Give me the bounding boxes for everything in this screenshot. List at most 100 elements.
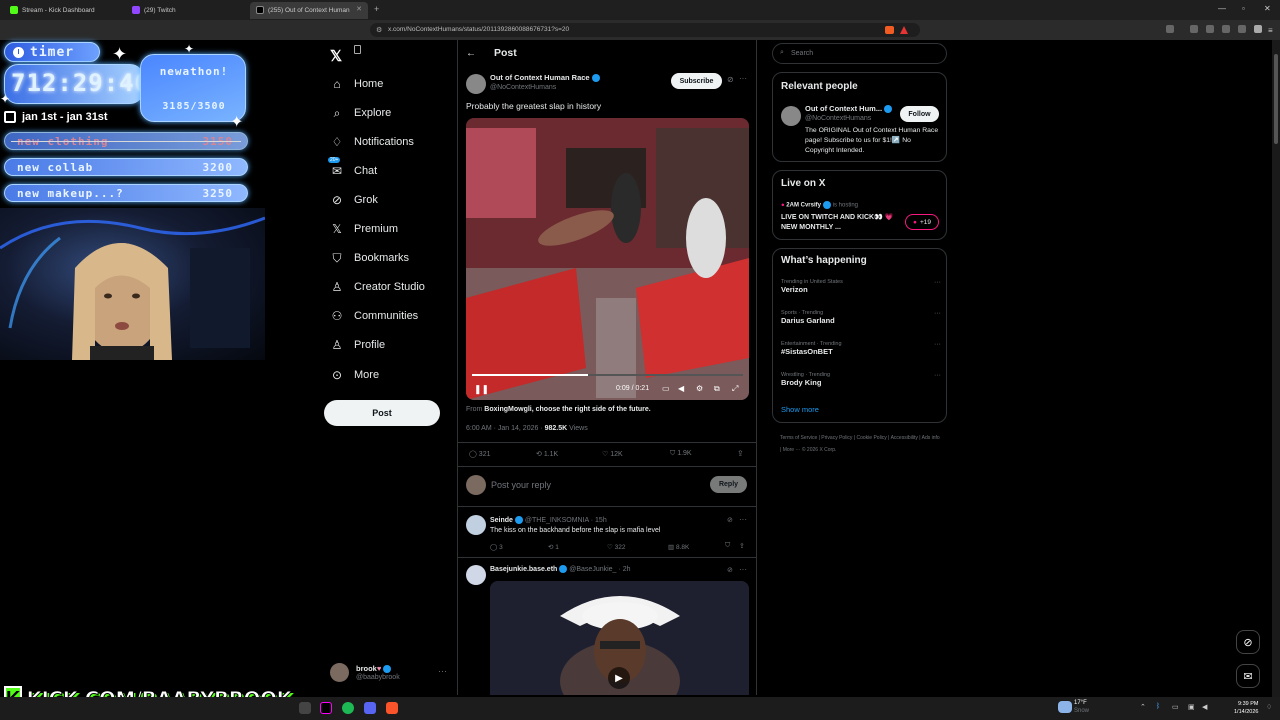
- menu-icon[interactable]: ≡: [1268, 26, 1273, 35]
- rewards-icon[interactable]: [900, 26, 908, 34]
- media-icon[interactable]: [1190, 25, 1198, 33]
- reply-stat[interactable]: ◯ 321: [469, 450, 490, 458]
- reply-stat[interactable]: ◯ 3: [490, 543, 503, 551]
- bookmark-stat[interactable]: ⛉ 1.9K: [670, 450, 692, 458]
- weather-widget[interactable]: 17°F Snow: [1074, 699, 1089, 715]
- browser-tab-twitch[interactable]: (29) Twitch: [126, 2, 246, 19]
- browser-tab-kick[interactable]: Stream - Kick Dashboard: [4, 2, 124, 19]
- follow-button[interactable]: Follow: [900, 106, 939, 122]
- sidebar-item-home[interactable]: ⌂ Home: [330, 74, 383, 94]
- subscribe-button[interactable]: Subscribe: [671, 73, 722, 89]
- trend-item[interactable]: Trending in United States Verizon ···: [781, 279, 941, 303]
- extension-icon[interactable]: [1166, 25, 1174, 33]
- network-icon[interactable]: ▭: [1172, 703, 1179, 711]
- pip-icon[interactable]: ⧉: [714, 384, 720, 394]
- sidebar-item-premium[interactable]: 𝕏 Premium: [330, 219, 398, 239]
- site-info-icon[interactable]: ⚙: [376, 26, 382, 34]
- post-timestamp[interactable]: 6:00 AM · Jan 14, 2026: [466, 425, 538, 432]
- sidebar-item-chat[interactable]: ✉ 20+ Chat: [328, 157, 377, 181]
- sidebar-item-bookmarks[interactable]: ⛉ Bookmarks: [330, 248, 409, 268]
- sidebar-item-grok[interactable]: ⊘ Grok: [330, 190, 378, 210]
- trend-item[interactable]: Sports · Trending Darius Garland ···: [781, 310, 941, 334]
- more-icon[interactable]: ···: [934, 279, 941, 286]
- brave-icon[interactable]: [386, 702, 398, 714]
- new-tab-icon[interactable]: +: [374, 4, 379, 14]
- display-icon[interactable]: ▣: [1188, 703, 1195, 711]
- brave-shield-icon[interactable]: [885, 26, 894, 34]
- like-stat[interactable]: ♡ 12K: [602, 450, 623, 458]
- trend-item[interactable]: Wrestling · Trending Brody King ···: [781, 372, 941, 396]
- reply-author-name[interactable]: Basejunkie.base.eth: [490, 566, 557, 573]
- sidebar-item-notifications[interactable]: ♢ Notifications: [330, 132, 414, 152]
- more-icon[interactable]: ···: [739, 515, 747, 524]
- like-stat[interactable]: ♡ 322: [607, 543, 626, 551]
- wallet-icon[interactable]: [1222, 25, 1230, 33]
- attribution-source[interactable]: BoxingMowgli, choose the right side of t…: [484, 406, 650, 413]
- share-icon[interactable]: ⇪: [739, 542, 745, 550]
- volume-icon[interactable]: ◀: [678, 384, 684, 393]
- author-name-row[interactable]: Out of Context Human Race: [490, 73, 600, 83]
- back-arrow-icon[interactable]: ←: [466, 48, 476, 59]
- video-player[interactable]: ❚❚ 0:09 / 0:21 ▭ ◀ ⚙ ⧉ ⤢: [466, 118, 749, 400]
- close-window-icon[interactable]: ✕: [1264, 4, 1271, 13]
- author-handle[interactable]: @NoContextHumans: [490, 84, 556, 91]
- repost-stat[interactable]: ⟲ 1: [548, 543, 559, 551]
- close-tab-icon[interactable]: ✕: [356, 5, 362, 13]
- views-stat[interactable]: ▥ 8.8K: [668, 543, 689, 551]
- browser-tab-x[interactable]: (255) Out of Context Human ✕: [250, 2, 368, 19]
- grok-float-button[interactable]: ⊘: [1236, 630, 1260, 654]
- sidebar-item-communities[interactable]: ⚇ Communities: [330, 306, 419, 326]
- more-icon[interactable]: ···: [739, 565, 747, 574]
- pause-icon[interactable]: ❚❚: [474, 384, 489, 395]
- share-icon[interactable]: ⇪: [737, 449, 744, 458]
- maximize-icon[interactable]: ▫: [1242, 4, 1245, 13]
- spotify-icon[interactable]: [342, 702, 354, 714]
- sidebar-toggle-icon[interactable]: [1206, 25, 1214, 33]
- vpn-icon[interactable]: [1238, 25, 1246, 33]
- account-switcher[interactable]: brook♥ @baabybrook ···: [330, 662, 450, 684]
- reply-media[interactable]: ▶: [490, 581, 749, 695]
- grok-icon[interactable]: ⊘: [727, 75, 734, 84]
- relevant-name-row[interactable]: Out of Context Hum...: [805, 104, 893, 114]
- avatar[interactable]: [781, 106, 801, 126]
- reply-button[interactable]: Reply: [710, 476, 747, 493]
- avatar[interactable]: [466, 74, 486, 94]
- profile-icon[interactable]: [1254, 25, 1262, 33]
- more-icon[interactable]: ···: [934, 372, 941, 379]
- messages-float-button[interactable]: ✉: [1236, 664, 1260, 688]
- tray-chevron-icon[interactable]: ⌃: [1140, 703, 1146, 711]
- weather-icon[interactable]: [1058, 701, 1072, 713]
- bookmark-icon[interactable]: ⛉: [725, 542, 730, 550]
- tiktok-icon[interactable]: [320, 702, 332, 714]
- reply-author-name[interactable]: Seinde: [490, 517, 513, 524]
- discord-icon[interactable]: [364, 702, 376, 714]
- live-text[interactable]: LIVE ON TWITCH AND KICK👀 💗NEW MONTHLY ..…: [781, 213, 896, 233]
- speaker-icon[interactable]: ◀: [1202, 703, 1207, 711]
- bluetooth-icon[interactable]: ᛒ: [1156, 703, 1160, 710]
- post-button[interactable]: Post: [324, 400, 440, 426]
- live-listeners[interactable]: ● +19: [905, 214, 939, 230]
- reply-input[interactable]: Post your reply: [491, 480, 551, 490]
- fullscreen-icon[interactable]: ⤢: [732, 384, 738, 394]
- footer-links[interactable]: Terms of Service | Privacy Policy | Cook…: [780, 432, 940, 456]
- avatar[interactable]: [466, 565, 486, 585]
- grok-icon[interactable]: ⊘: [727, 516, 733, 524]
- grok-icon[interactable]: ⊘: [727, 566, 733, 574]
- clock[interactable]: 9:39 PM 1/14/2026: [1234, 700, 1258, 716]
- bookmark-page-icon[interactable]: [354, 45, 361, 54]
- settings-icon[interactable]: ⚙: [696, 384, 703, 393]
- notification-bell-icon[interactable]: ♢: [1266, 703, 1272, 711]
- more-icon[interactable]: ···: [934, 341, 941, 348]
- scrollbar[interactable]: [1272, 40, 1280, 697]
- avatar[interactable]: [466, 515, 486, 535]
- x-logo-icon[interactable]: 𝕏: [330, 47, 342, 65]
- sidebar-item-explore[interactable]: ⌕ Explore: [330, 103, 392, 123]
- sidebar-item-more[interactable]: ⊙ More: [330, 365, 379, 385]
- live-host-row[interactable]: ● 2AM Cvrsify is hosting: [781, 201, 858, 209]
- search-input[interactable]: ⌕ Search: [772, 43, 947, 64]
- captions-icon[interactable]: ▭: [662, 384, 670, 393]
- more-icon[interactable]: ···: [934, 310, 941, 317]
- obs-icon[interactable]: [299, 702, 311, 714]
- minimize-icon[interactable]: —: [1218, 4, 1226, 13]
- play-icon[interactable]: ▶: [608, 667, 630, 689]
